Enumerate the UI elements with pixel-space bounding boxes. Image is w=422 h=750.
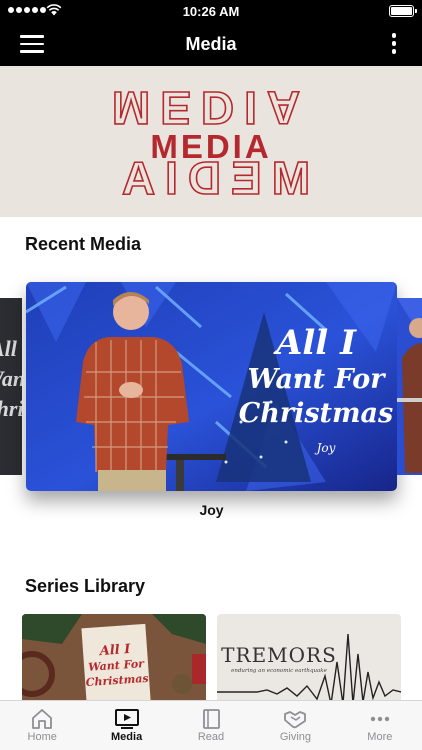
tab-read[interactable]: Read (169, 701, 253, 750)
tab-media-label: Media (111, 731, 143, 743)
tab-more-label: More (367, 731, 393, 743)
tab-read-label: Read (197, 731, 225, 743)
book-icon (169, 701, 253, 731)
tab-home-label: Home (27, 731, 57, 743)
svg-text:Chri: Chri (0, 396, 22, 421)
featured-media-caption: Joy (199, 502, 224, 518)
hero-title: MEDIA (150, 128, 272, 165)
tab-more[interactable]: More (338, 701, 422, 750)
series-library-heading: Series Library (25, 576, 146, 596)
recent-media-heading: Recent Media (25, 234, 142, 254)
more-options-button[interactable] (390, 33, 398, 55)
tab-giving-label: Giving (279, 731, 312, 743)
nav-bar: Media (0, 22, 422, 66)
artwork-line-2: Want For (248, 364, 387, 395)
tab-home[interactable]: Home (0, 701, 84, 750)
svg-text:All: All (0, 336, 18, 361)
series-card-christmas[interactable]: All I Want For Christmas (22, 614, 206, 704)
tab-giving[interactable]: Giving (253, 701, 337, 750)
previous-media-card[interactable]: All Wan Chri (0, 298, 22, 475)
more-dots-icon (338, 701, 422, 731)
svg-text:Wan: Wan (0, 366, 22, 391)
page-title: Media (185, 34, 237, 54)
home-icon (0, 701, 84, 731)
artwork-line-3: Christmas (239, 398, 394, 429)
battery-icon (389, 5, 417, 17)
status-time: 10:26 AM (182, 4, 240, 19)
series-1-line-1: All I (97, 642, 131, 659)
artwork-subtitle: Joy (314, 441, 336, 455)
series-2-title: TREMORS (221, 643, 337, 667)
svg-text:MEDIA: MEDIA (112, 82, 310, 134)
bottom-tab-bar: Home Media Read Giving More (0, 700, 422, 750)
media-hero-banner: MEDIA MEDIA MEDIA (0, 66, 422, 217)
tv-play-icon (84, 701, 168, 731)
next-media-card[interactable] (397, 298, 422, 475)
featured-media-card[interactable]: All I Want For Christmas Joy (26, 282, 397, 491)
artwork-line-1: All I (273, 323, 357, 363)
series-card-tremors[interactable]: TREMORS enduring an economic earthquake (217, 614, 401, 704)
tab-media[interactable]: Media (84, 701, 168, 750)
sermon-thumbnail: All I Want For Christmas Joy (26, 282, 397, 491)
status-bar: 10:26 AM (0, 0, 422, 22)
handshake-icon (253, 701, 337, 731)
series-2-subtitle: enduring an economic earthquake (231, 668, 328, 674)
